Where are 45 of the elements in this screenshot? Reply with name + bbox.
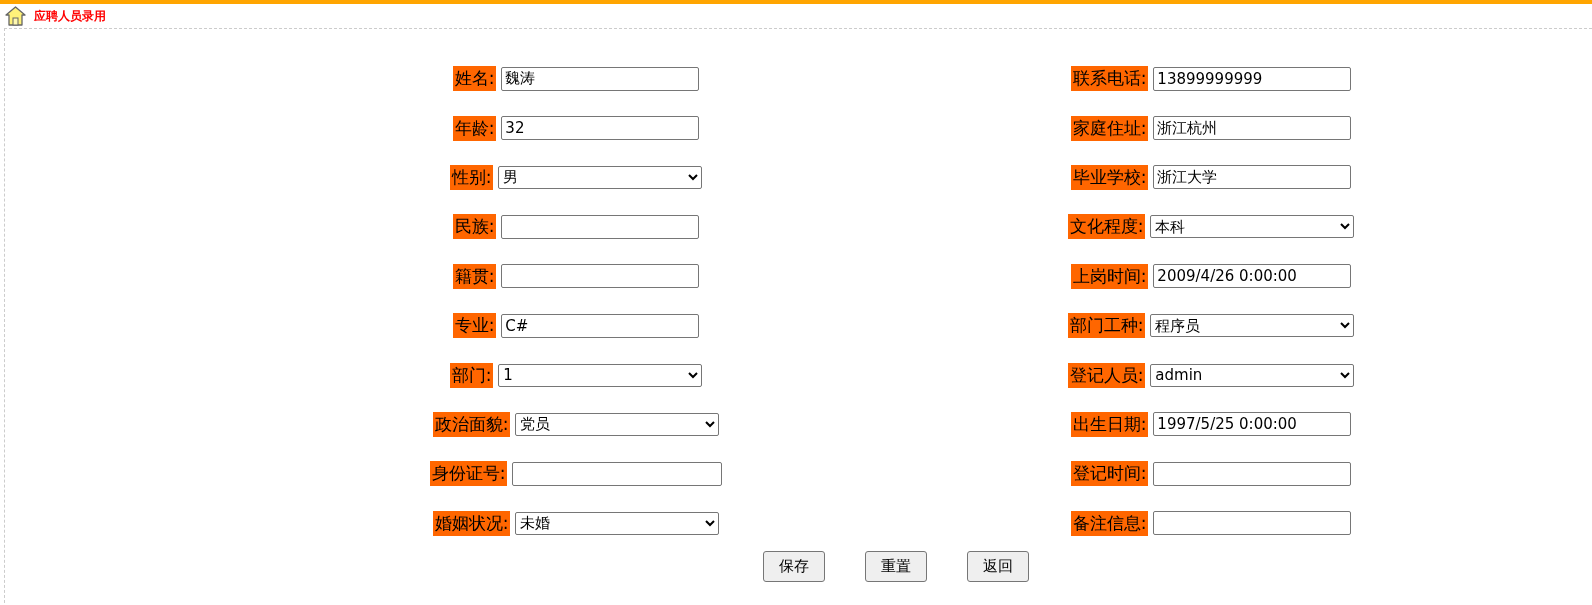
field-label: 上岗时间: [1070,263,1149,289]
text-field[interactable]: 2009/4/26 0:00:00 [1153,264,1352,289]
text-field[interactable]: 浙江大学 [1153,165,1352,190]
text-field[interactable]: 1997/5/25 0:00:00 [1153,412,1352,437]
field-label: 登记时间: [1070,461,1149,487]
dropdown[interactable]: 党员 [515,412,720,436]
dropdown[interactable]: admin [1150,363,1355,387]
field-label: 出生日期: [1070,411,1149,437]
field-label: 民族: [452,214,497,240]
field-label: 性别: [449,164,494,190]
field-label: 毕业学校: [1070,164,1149,190]
field-label: 身份证号: [429,461,508,487]
field-label: 籍贯: [452,263,497,289]
text-field[interactable]: 13899999999 [1153,66,1352,91]
field-label: 家庭住址: [1070,115,1149,141]
text-field[interactable] [501,264,700,289]
field-label: 婚姻状况: [432,510,511,536]
form-button[interactable]: 保存 [763,550,825,582]
dropdown[interactable]: 1 [498,363,703,387]
text-field[interactable]: 32 [501,116,700,141]
house-icon [5,6,26,26]
field-label: 专业: [452,313,497,339]
field-label: 政治面貌: [432,411,511,437]
text-field[interactable] [1153,511,1352,536]
text-field[interactable]: 魏涛 [501,66,700,91]
text-field[interactable]: C# [501,313,700,338]
dropdown[interactable]: 程序员 [1150,314,1355,338]
field-label: 备注信息: [1070,510,1149,536]
text-field[interactable] [501,214,700,239]
field-label: 年龄: [452,115,497,141]
dropdown[interactable]: 未婚 [515,511,720,535]
text-field[interactable] [512,461,723,486]
field-label: 登记人员: [1067,362,1146,388]
form-button[interactable]: 重置 [865,550,927,582]
text-field[interactable] [1153,461,1352,486]
field-label: 部门工种: [1067,313,1146,339]
text-field[interactable]: 浙江杭州 [1153,116,1352,141]
dropdown[interactable]: 本科 [1150,215,1355,239]
dropdown[interactable]: 男 [498,165,703,189]
page-title: 应聘人员录用 [34,7,106,25]
form-button[interactable]: 返回 [967,550,1029,582]
field-label: 文化程度: [1067,214,1146,240]
field-label: 姓名: [452,66,497,92]
field-label: 部门: [449,362,494,388]
field-label: 联系电话: [1070,66,1149,92]
